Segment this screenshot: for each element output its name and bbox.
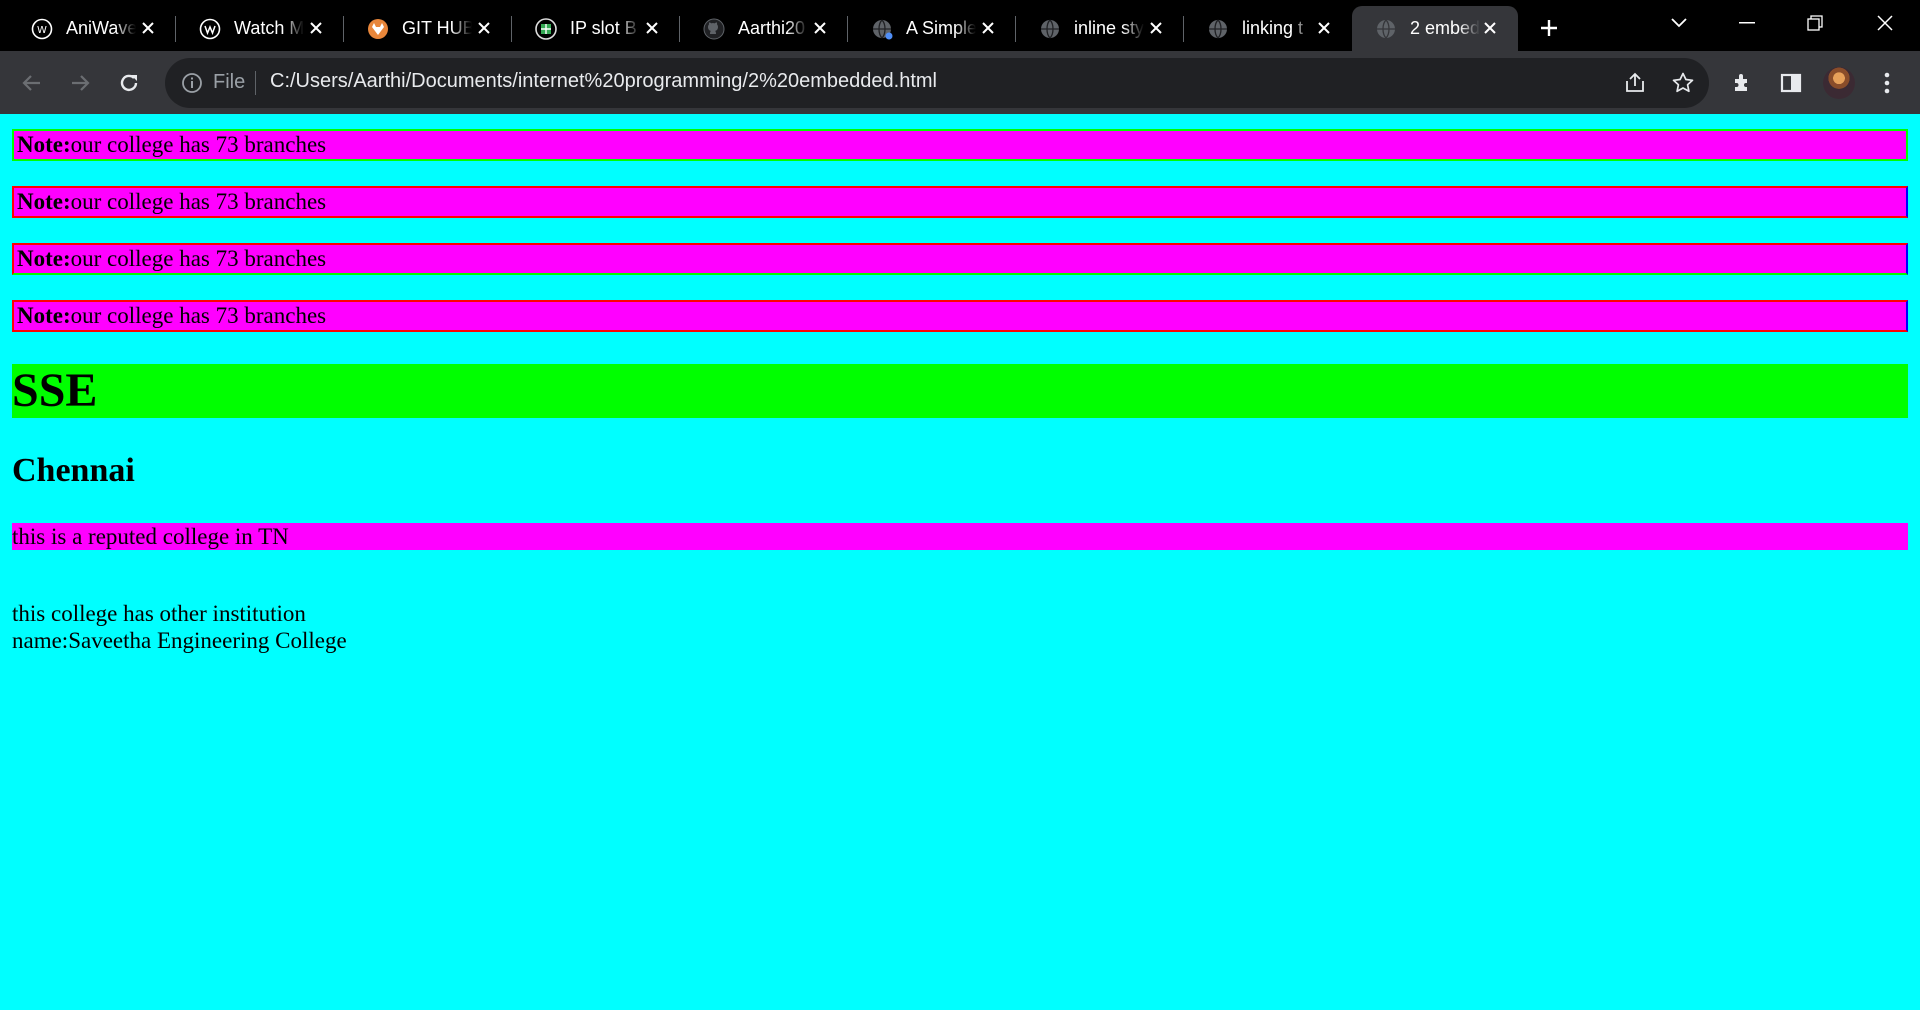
note-box: Note:our college has 73 branches	[12, 129, 1908, 161]
note-text: our college has 73 branches	[70, 246, 327, 271]
gitlab-icon	[366, 17, 390, 41]
heading-chennai: Chennai	[12, 452, 135, 489]
new-tab-button[interactable]	[1533, 12, 1565, 44]
close-tab-icon[interactable]	[808, 16, 832, 40]
other-line-2: name:Saveetha Engineering College	[12, 628, 347, 653]
other-institution-paragraph: this college has other institution name:…	[12, 600, 347, 654]
tab-github-aarthi[interactable]: Aarthi20	[680, 6, 848, 51]
bookmark-star-icon[interactable]	[1670, 70, 1696, 96]
share-icon[interactable]	[1622, 70, 1648, 96]
tab-title: IP slot B	[570, 18, 637, 38]
tab-title: linking t	[1242, 18, 1304, 38]
note-text: our college has 73 branches	[70, 132, 327, 157]
forward-button[interactable]	[62, 65, 98, 101]
note-label: Note:	[17, 246, 71, 271]
tab-title: inline sty	[1074, 18, 1144, 38]
globe-icon	[1374, 17, 1398, 41]
github-icon	[702, 17, 726, 41]
note-text: our college has 73 branches	[70, 303, 327, 328]
globe-icon	[870, 17, 894, 41]
tab-2-embedded[interactable]: 2 embedded	[1352, 6, 1518, 51]
close-tab-icon[interactable]	[1478, 16, 1502, 40]
tab-a-simple[interactable]: A Simple	[848, 6, 1016, 51]
note-box: Note:our college has 73 branches	[12, 300, 1908, 332]
heading-sse: SSE	[12, 364, 1908, 418]
profile-avatar[interactable]	[1823, 67, 1855, 99]
note-box: Note:our college has 73 branches	[12, 186, 1908, 218]
globe-icon	[1206, 17, 1230, 41]
tab-inline-style[interactable]: inline sty	[1016, 6, 1184, 51]
note-box: Note:our college has 73 branches	[12, 243, 1908, 275]
back-button[interactable]	[14, 65, 50, 101]
side-panel-icon[interactable]	[1777, 69, 1805, 97]
tab-linking[interactable]: linking t	[1184, 6, 1352, 51]
tab-strip: W AniWave Watch M GIT HUB IP slot B Aart…	[0, 0, 1920, 51]
close-tab-icon[interactable]	[304, 16, 328, 40]
address-divider	[255, 71, 256, 95]
restore-icon[interactable]	[1795, 8, 1835, 38]
tab-title: Aarthi20	[738, 18, 806, 38]
globe-icon	[1038, 17, 1062, 41]
minimize-icon[interactable]	[1727, 8, 1767, 38]
browser-toolbar: File C:/Users/Aarthi/Documents/internet%…	[0, 51, 1920, 114]
tab-title: A Simple	[906, 18, 976, 38]
site-icon	[198, 17, 222, 41]
close-tab-icon[interactable]	[1144, 16, 1168, 40]
note-label: Note:	[17, 132, 71, 157]
info-icon[interactable]	[180, 71, 204, 95]
aniwave-icon: W	[30, 17, 54, 41]
tab-title: AniWave	[66, 18, 136, 38]
tab-title: 2 embedded	[1410, 18, 1480, 38]
tab-search-icon[interactable]	[1659, 8, 1699, 38]
close-tab-icon[interactable]	[136, 16, 160, 40]
page-content: Note:our college has 73 branches Note:ou…	[0, 114, 1920, 1010]
tab-watch[interactable]: Watch M	[176, 6, 344, 51]
reputed-paragraph: this is a reputed college in TN	[12, 523, 1908, 550]
close-window-icon[interactable]	[1865, 8, 1905, 38]
address-scheme: File	[213, 71, 246, 93]
other-line-1: this college has other institution	[12, 601, 306, 626]
close-tab-icon[interactable]	[472, 16, 496, 40]
close-tab-icon[interactable]	[976, 16, 1000, 40]
close-tab-icon[interactable]	[640, 16, 664, 40]
close-tab-icon[interactable]	[1312, 16, 1336, 40]
tab-git-hub[interactable]: GIT HUB	[344, 6, 512, 51]
menu-kebab-icon[interactable]	[1873, 69, 1901, 97]
tab-ip-slot[interactable]: IP slot B	[512, 6, 680, 51]
address-url[interactable]: C:/Users/Aarthi/Documents/internet%20pro…	[270, 70, 937, 93]
tab-aniwave[interactable]: W AniWave	[8, 6, 176, 51]
sheets-icon	[534, 17, 558, 41]
reload-button[interactable]	[111, 65, 147, 101]
note-label: Note:	[17, 303, 71, 328]
svg-text:W: W	[37, 25, 47, 36]
note-label: Note:	[17, 189, 71, 214]
note-text: our college has 73 branches	[70, 189, 327, 214]
extensions-icon[interactable]	[1729, 69, 1757, 97]
address-bar[interactable]: File C:/Users/Aarthi/Documents/internet%…	[165, 58, 1709, 108]
tab-title: GIT HUB	[402, 18, 472, 38]
tab-title: Watch M	[234, 18, 304, 38]
